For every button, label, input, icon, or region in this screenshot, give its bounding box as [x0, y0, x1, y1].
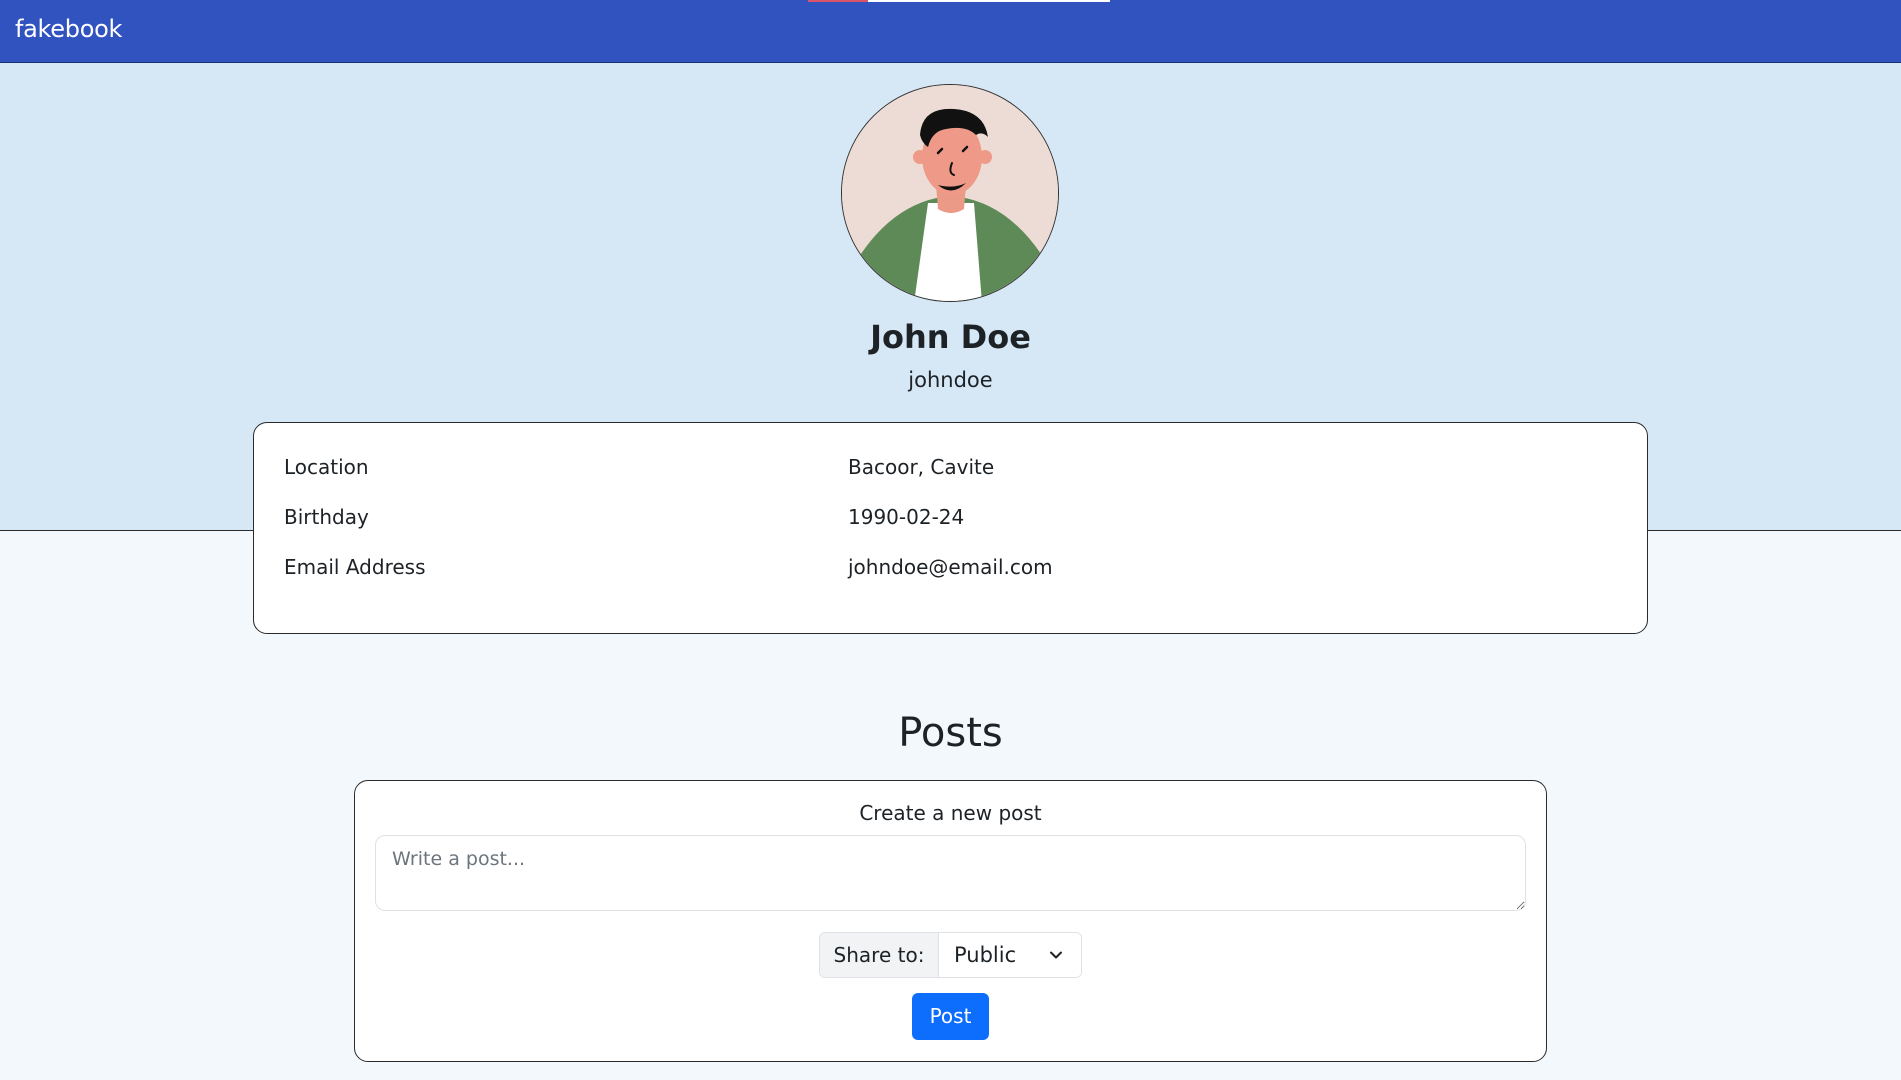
profile-full-name: John Doe: [870, 318, 1031, 356]
info-label: Location: [284, 455, 369, 479]
profile-avatar: [841, 84, 1059, 302]
avatar-illustration-icon: [842, 85, 1058, 301]
info-value: Bacoor, Cavite: [848, 455, 995, 479]
create-post-card: Create a new post Share to: Public Post: [354, 780, 1547, 1062]
post-textarea[interactable]: [375, 835, 1526, 911]
brand-logo[interactable]: fakebook: [15, 15, 122, 43]
post-submit-button[interactable]: Post: [912, 993, 989, 1040]
share-to-selected-value: Public: [954, 943, 1017, 967]
create-post-title: Create a new post: [859, 801, 1042, 825]
profile-info-card: Location Bacoor, Cavite Birthday 1990-02…: [253, 422, 1648, 634]
profile-username: johndoe: [908, 368, 993, 392]
loading-indicator: [808, 0, 1110, 2]
posts-heading: Posts: [898, 710, 1003, 756]
info-value: johndoe@email.com: [848, 555, 1053, 579]
info-label: Email Address: [284, 555, 426, 579]
info-label: Birthday: [284, 505, 369, 529]
share-to-label: Share to:: [820, 933, 939, 977]
share-to-group: Share to: Public: [819, 932, 1082, 978]
top-navbar: fakebook: [0, 0, 1901, 63]
info-row-birthday: Birthday 1990-02-24: [284, 505, 1614, 535]
info-value: 1990-02-24: [848, 505, 965, 529]
share-to-select[interactable]: Public: [939, 933, 1081, 977]
info-row-location: Location Bacoor, Cavite: [284, 455, 1614, 485]
info-row-email: Email Address johndoe@email.com: [284, 555, 1614, 585]
chevron-down-icon: [1050, 951, 1062, 959]
